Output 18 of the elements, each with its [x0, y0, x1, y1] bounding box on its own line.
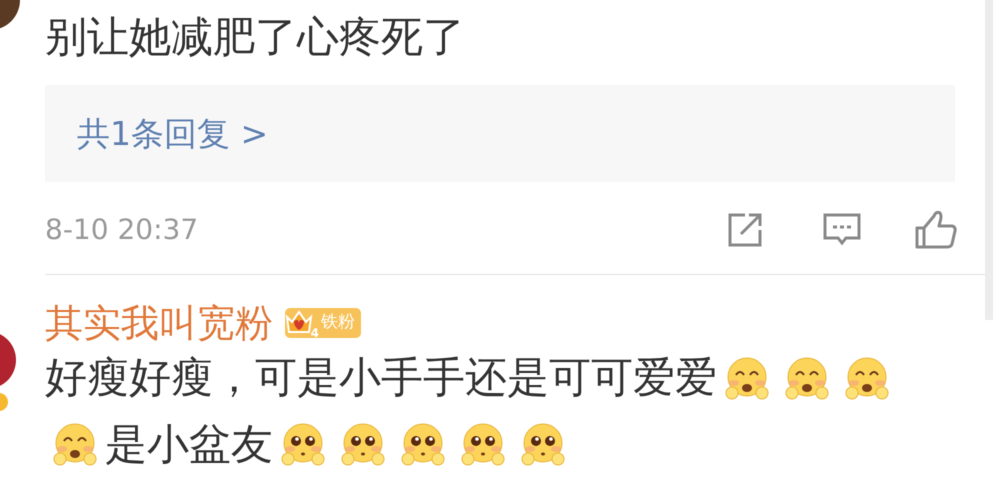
grinning-face-emoji-icon — [723, 354, 771, 401]
pleading-face-emoji-icon — [279, 421, 327, 468]
pleading-face-emoji-icon — [339, 421, 387, 468]
badge-level: 4 — [310, 327, 319, 339]
comment-icon[interactable] — [822, 212, 862, 248]
badge-label: 铁粉 — [321, 311, 355, 334]
grinning-face-emoji-icon — [843, 354, 891, 401]
grinning-face-emoji-icon — [51, 421, 99, 468]
comment-time: 8-10 20:37 — [45, 212, 200, 248]
comment-text: 别让她减肥了心疼死了 — [45, 14, 465, 60]
pleading-face-emoji-icon — [399, 421, 447, 468]
view-replies-link[interactable]: 共1条回复 > — [77, 108, 268, 158]
crown-icon — [285, 309, 313, 335]
scrollbar[interactable] — [985, 0, 993, 320]
thumbs-up-icon[interactable] — [914, 210, 958, 250]
grinning-face-emoji-icon — [783, 354, 831, 401]
pleading-face-emoji-icon — [459, 421, 507, 468]
pleading-face-emoji-icon — [519, 421, 567, 468]
